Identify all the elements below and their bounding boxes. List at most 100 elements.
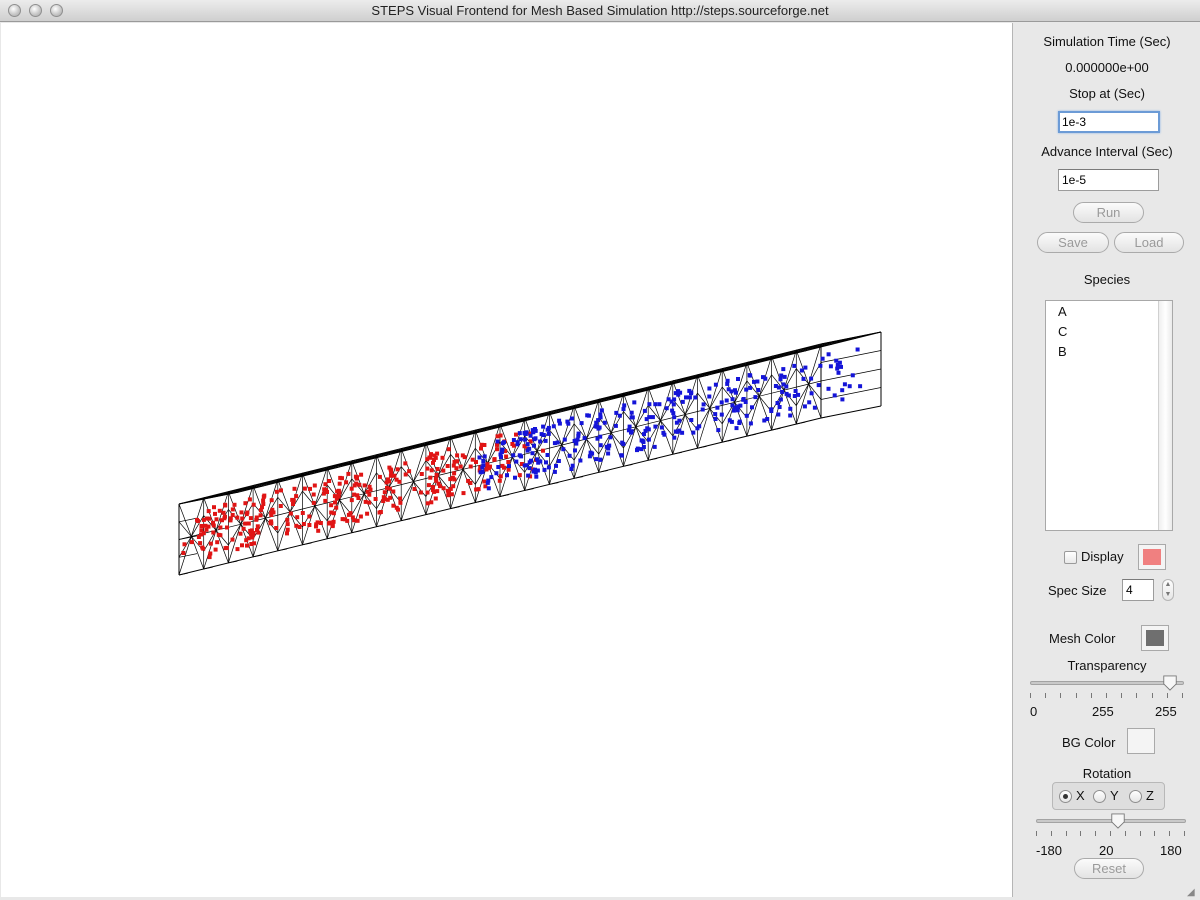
species-particle bbox=[434, 478, 439, 483]
species-particle bbox=[750, 405, 754, 410]
species-particle bbox=[403, 461, 408, 466]
spec-size-input[interactable] bbox=[1122, 579, 1154, 601]
list-item[interactable]: B bbox=[1058, 344, 1067, 359]
species-particle bbox=[412, 487, 417, 491]
resize-grip-icon[interactable]: ◢ bbox=[1187, 887, 1198, 898]
axis-y-radio[interactable] bbox=[1093, 790, 1106, 803]
species-particle bbox=[362, 483, 367, 488]
rotation-slider-thumb[interactable] bbox=[1110, 813, 1126, 829]
species-particle bbox=[228, 516, 233, 521]
species-particle bbox=[506, 460, 511, 464]
species-particle bbox=[274, 489, 279, 494]
species-particle bbox=[562, 437, 567, 442]
species-color-swatch[interactable] bbox=[1138, 544, 1166, 570]
advance-interval-input[interactable] bbox=[1058, 169, 1159, 191]
species-particle bbox=[700, 407, 705, 412]
title-bar[interactable]: STEPS Visual Frontend for Mesh Based Sim… bbox=[0, 0, 1200, 22]
list-item[interactable]: C bbox=[1058, 324, 1067, 339]
species-particle bbox=[517, 431, 522, 436]
species-particle bbox=[642, 408, 647, 413]
mesh-edge bbox=[820, 331, 882, 345]
species-particle bbox=[479, 442, 484, 447]
species-particle bbox=[538, 439, 543, 444]
species-particle bbox=[345, 518, 350, 523]
list-item[interactable]: A bbox=[1058, 304, 1067, 319]
species-particle bbox=[524, 430, 529, 435]
species-particle bbox=[225, 525, 229, 530]
species-particle bbox=[248, 528, 253, 533]
stop-at-input[interactable] bbox=[1058, 111, 1160, 133]
rotation-label: Rotation bbox=[1082, 766, 1132, 781]
species-particle bbox=[788, 406, 793, 411]
species-particle bbox=[762, 418, 767, 423]
species-particle bbox=[201, 517, 206, 522]
species-particle bbox=[285, 527, 290, 532]
species-particle bbox=[481, 463, 486, 468]
species-particle bbox=[294, 494, 299, 499]
species-particle bbox=[826, 352, 831, 357]
species-particle bbox=[730, 397, 735, 402]
species-particle bbox=[395, 467, 400, 472]
species-color-fill bbox=[1143, 549, 1161, 565]
save-button[interactable]: Save bbox=[1037, 232, 1109, 253]
species-particle bbox=[429, 468, 434, 473]
bg-color-swatch[interactable] bbox=[1127, 728, 1155, 754]
species-particle bbox=[713, 417, 718, 421]
species-particle bbox=[450, 475, 455, 480]
species-particle bbox=[295, 515, 300, 520]
species-particle bbox=[461, 491, 466, 496]
species-particle bbox=[707, 386, 712, 391]
species-particle bbox=[525, 448, 530, 453]
species-particle bbox=[430, 488, 435, 493]
species-particle bbox=[333, 500, 337, 505]
species-particle bbox=[607, 443, 612, 448]
species-particle bbox=[182, 542, 187, 547]
species-particle bbox=[639, 447, 644, 452]
species-particle bbox=[689, 391, 693, 396]
species-particle bbox=[427, 455, 432, 460]
species-particle bbox=[247, 497, 252, 502]
species-particle bbox=[270, 507, 275, 512]
species-particle bbox=[680, 399, 685, 404]
mesh-edge bbox=[238, 331, 882, 493]
reset-button[interactable]: Reset bbox=[1074, 858, 1144, 879]
species-particle bbox=[365, 511, 370, 516]
species-particle bbox=[394, 477, 399, 482]
species-particle bbox=[635, 446, 640, 451]
species-particle bbox=[340, 476, 344, 481]
species-particle bbox=[211, 520, 215, 525]
species-particle bbox=[388, 473, 393, 478]
spec-size-stepper[interactable]: ▲ ▼ bbox=[1162, 579, 1174, 601]
species-particle bbox=[243, 501, 248, 506]
species-particle bbox=[363, 499, 368, 504]
axis-x-radio[interactable] bbox=[1059, 790, 1072, 803]
species-particle bbox=[807, 400, 812, 405]
species-particle bbox=[445, 464, 450, 468]
species-particle bbox=[752, 379, 756, 384]
transparency-slider-thumb[interactable] bbox=[1162, 675, 1178, 691]
species-particle bbox=[701, 402, 706, 407]
run-button[interactable]: Run bbox=[1073, 202, 1144, 223]
mesh-render[interactable] bbox=[1, 23, 1013, 897]
species-particle bbox=[523, 437, 528, 442]
species-particle bbox=[359, 472, 364, 477]
species-particle bbox=[567, 453, 572, 458]
species-particle bbox=[301, 522, 306, 526]
species-particle bbox=[733, 405, 737, 410]
species-list[interactable]: A C B bbox=[1045, 300, 1173, 531]
species-particle bbox=[642, 432, 646, 437]
species-particle bbox=[262, 493, 267, 498]
species-particle bbox=[733, 390, 738, 395]
species-particle bbox=[488, 464, 492, 469]
species-list-scrollbar[interactable] bbox=[1158, 301, 1172, 530]
mesh-color-swatch[interactable] bbox=[1141, 625, 1169, 651]
species-particle bbox=[254, 515, 259, 520]
axis-z-radio[interactable] bbox=[1129, 790, 1142, 803]
species-particle bbox=[619, 453, 624, 458]
mesh-viewport[interactable] bbox=[1, 23, 1013, 897]
species-particle bbox=[585, 413, 590, 418]
transparency-slider-track[interactable] bbox=[1030, 681, 1184, 685]
species-particle bbox=[330, 523, 335, 528]
display-checkbox[interactable] bbox=[1064, 551, 1077, 564]
load-button[interactable]: Load bbox=[1114, 232, 1184, 253]
